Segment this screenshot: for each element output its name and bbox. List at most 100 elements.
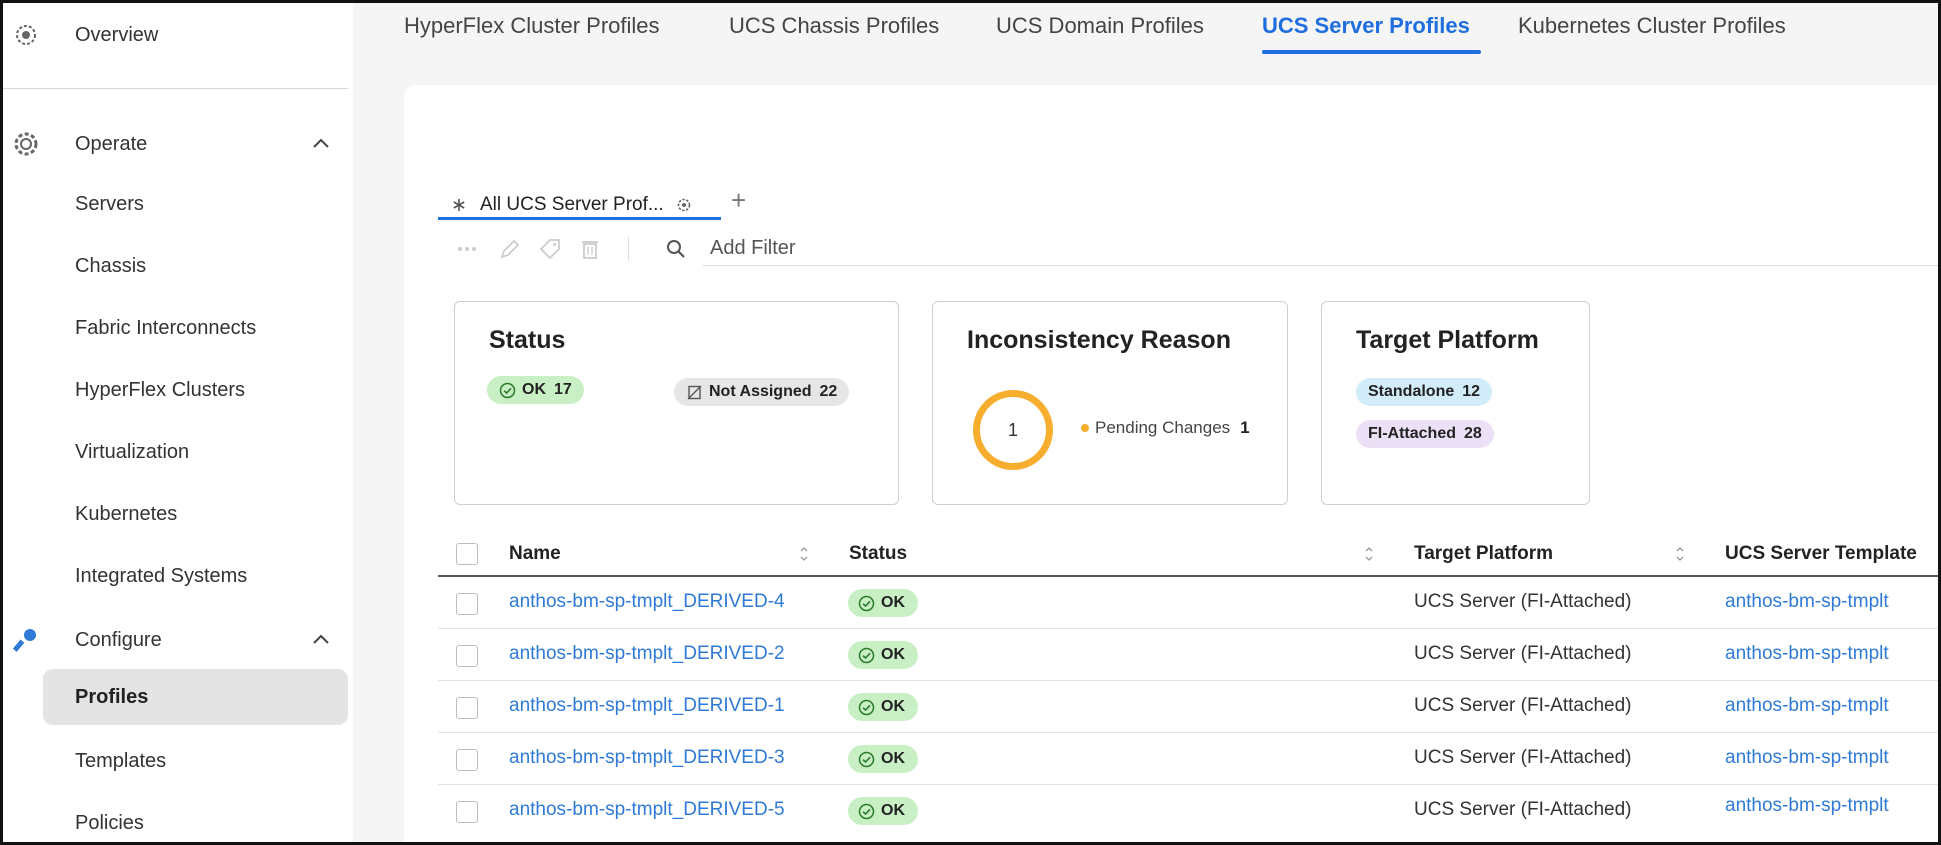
server-template-link[interactable]: anthos-bm-sp-tmplt: [1725, 695, 1889, 717]
profile-name-link[interactable]: anthos-bm-sp-tmplt_DERIVED-4: [509, 591, 785, 613]
tab-hyperflex-cluster-profiles[interactable]: HyperFlex Cluster Profiles: [404, 13, 660, 39]
row-checkbox[interactable]: [456, 697, 478, 719]
sidebar-section-label: Operate: [75, 132, 148, 155]
gear-icon[interactable]: [676, 197, 694, 213]
toolbar-divider: [628, 237, 629, 261]
platform-fi-attached-badge[interactable]: FI-Attached 28: [1356, 420, 1494, 448]
server-template-link[interactable]: anthos-bm-sp-tmplt: [1725, 795, 1889, 817]
status-ok-badge[interactable]: OK 17: [487, 376, 584, 404]
sidebar-item-virtualization[interactable]: Virtualization: [3, 432, 353, 472]
legend-label: Pending Changes: [1095, 418, 1231, 437]
target-platform-cell: UCS Server (FI-Attached): [1414, 747, 1632, 768]
row-checkbox[interactable]: [456, 645, 478, 667]
column-header-target-platform[interactable]: Target Platform: [1414, 543, 1553, 565]
check-circle-icon: [858, 699, 875, 716]
select-all-checkbox[interactable]: [456, 543, 478, 565]
sidebar-item-policies[interactable]: Policies: [3, 803, 353, 842]
table-row[interactable]: anthos-bm-sp-tmplt_DERIVED-5 OK UCS Serv…: [438, 785, 1938, 837]
operate-gear-icon: [11, 129, 41, 159]
view-tab-indicator: [438, 217, 721, 220]
target-platform-cell: UCS Server (FI-Attached): [1414, 799, 1632, 820]
sidebar-item-label: Overview: [75, 23, 159, 46]
edit-pencil-icon[interactable]: [498, 237, 522, 261]
target-platform-cell: UCS Server (FI-Attached): [1414, 643, 1632, 664]
sidebar-item-overview[interactable]: Overview: [3, 15, 353, 55]
sort-icon[interactable]: [798, 543, 810, 565]
column-header-status[interactable]: Status: [849, 543, 907, 565]
sidebar-item-fabric-interconnects[interactable]: Fabric Interconnects: [3, 308, 353, 348]
status-badge: OK: [848, 641, 918, 669]
inconsistency-reason-card: Inconsistency Reason 1 Pending Changes 1: [932, 301, 1288, 505]
server-template-link[interactable]: anthos-bm-sp-tmplt: [1725, 591, 1889, 613]
legend-pending-changes[interactable]: Pending Changes 1: [1081, 418, 1250, 438]
table-row[interactable]: anthos-bm-sp-tmplt_DERIVED-2 OK UCS Serv…: [438, 629, 1938, 681]
table-row[interactable]: anthos-bm-sp-tmplt_DERIVED-4 OK UCS Serv…: [438, 577, 1938, 629]
sidebar-item-hyperflex-clusters[interactable]: HyperFlex Clusters: [3, 370, 353, 410]
sidebar-item-profiles[interactable]: Profiles: [3, 677, 353, 717]
asterisk-icon: [452, 198, 470, 212]
platform-standalone-badge[interactable]: Standalone 12: [1356, 378, 1493, 406]
card-title: Inconsistency Reason: [967, 326, 1231, 354]
status-label: OK: [881, 594, 905, 611]
sidebar-section-operate[interactable]: Operate: [3, 124, 353, 164]
badge-count: 12: [1462, 383, 1481, 400]
check-circle-icon: [858, 803, 875, 820]
profile-name-link[interactable]: anthos-bm-sp-tmplt_DERIVED-5: [509, 799, 785, 821]
tab-kubernetes-cluster-profiles[interactable]: Kubernetes Cluster Profiles: [1518, 13, 1786, 39]
profile-name-link[interactable]: anthos-bm-sp-tmplt_DERIVED-2: [509, 643, 785, 665]
table-row[interactable]: anthos-bm-sp-tmplt_DERIVED-1 OK UCS Serv…: [438, 681, 1938, 733]
add-view-plus-icon[interactable]: +: [731, 185, 746, 216]
status-label: OK: [881, 698, 905, 715]
status-badge: OK: [848, 745, 918, 773]
more-actions-icon[interactable]: [455, 237, 479, 261]
chevron-up-icon[interactable]: [309, 628, 333, 652]
donut-chart[interactable]: 1: [973, 390, 1053, 470]
status-label: OK: [881, 646, 905, 663]
sidebar-divider: [3, 88, 348, 89]
sidebar-item-chassis[interactable]: Chassis: [3, 246, 353, 286]
row-checkbox[interactable]: [456, 749, 478, 771]
profile-name-link[interactable]: anthos-bm-sp-tmplt_DERIVED-3: [509, 747, 785, 769]
check-circle-icon: [858, 751, 875, 768]
sort-icon[interactable]: [1363, 543, 1375, 565]
sidebar-item-label: Kubernetes: [75, 502, 178, 525]
row-checkbox[interactable]: [456, 801, 478, 823]
legend-dot: [1081, 424, 1089, 432]
sidebar-item-label: HyperFlex Clusters: [75, 378, 246, 401]
table-row[interactable]: anthos-bm-sp-tmplt_DERIVED-3 OK UCS Serv…: [438, 733, 1938, 785]
row-checkbox[interactable]: [456, 593, 478, 615]
sidebar-section-configure[interactable]: Configure: [3, 620, 353, 660]
sort-icon[interactable]: [1674, 543, 1686, 565]
tab-ucs-domain-profiles[interactable]: UCS Domain Profiles: [996, 13, 1204, 39]
column-header-name[interactable]: Name: [509, 543, 561, 565]
sidebar-item-label: Chassis: [75, 254, 147, 277]
overview-icon: [11, 20, 41, 50]
profile-tabs: HyperFlex Cluster Profiles UCS Chassis P…: [353, 3, 1938, 63]
add-filter-input[interactable]: Add Filter: [710, 237, 796, 260]
server-template-link[interactable]: anthos-bm-sp-tmplt: [1725, 747, 1889, 769]
active-tab-indicator: [1262, 50, 1481, 54]
delete-trash-icon[interactable]: [578, 237, 602, 261]
chevron-up-icon[interactable]: [309, 132, 333, 156]
sidebar-item-kubernetes[interactable]: Kubernetes: [3, 494, 353, 534]
badge-count: 28: [1464, 425, 1482, 442]
search-icon: [664, 237, 688, 261]
tag-icon[interactable]: [538, 237, 562, 261]
check-circle-icon: [499, 382, 516, 399]
tab-ucs-chassis-profiles[interactable]: UCS Chassis Profiles: [729, 13, 939, 39]
profile-name-link[interactable]: anthos-bm-sp-tmplt_DERIVED-1: [509, 695, 785, 717]
server-template-link[interactable]: anthos-bm-sp-tmplt: [1725, 643, 1889, 665]
legend-count: 1: [1240, 418, 1250, 437]
status-not-assigned-badge[interactable]: Not Assigned 22: [674, 378, 850, 406]
sidebar-item-servers[interactable]: Servers: [3, 184, 353, 224]
configure-wrench-icon: [11, 625, 41, 655]
donut-center-value: 1: [1007, 419, 1018, 440]
tab-ucs-server-profiles[interactable]: UCS Server Profiles: [1262, 13, 1470, 39]
sidebar-item-label: Virtualization: [75, 440, 190, 463]
sidebar-item-templates[interactable]: Templates: [3, 741, 353, 781]
sidebar-item-integrated-systems[interactable]: Integrated Systems: [3, 556, 353, 596]
column-header-ucs-server-template[interactable]: UCS Server Template: [1725, 543, 1917, 565]
target-platform-cell: UCS Server (FI-Attached): [1414, 695, 1632, 716]
sidebar-item-label: Templates: [75, 749, 167, 772]
table-header: Name Status Target Platform UCS Server T…: [438, 533, 1938, 577]
